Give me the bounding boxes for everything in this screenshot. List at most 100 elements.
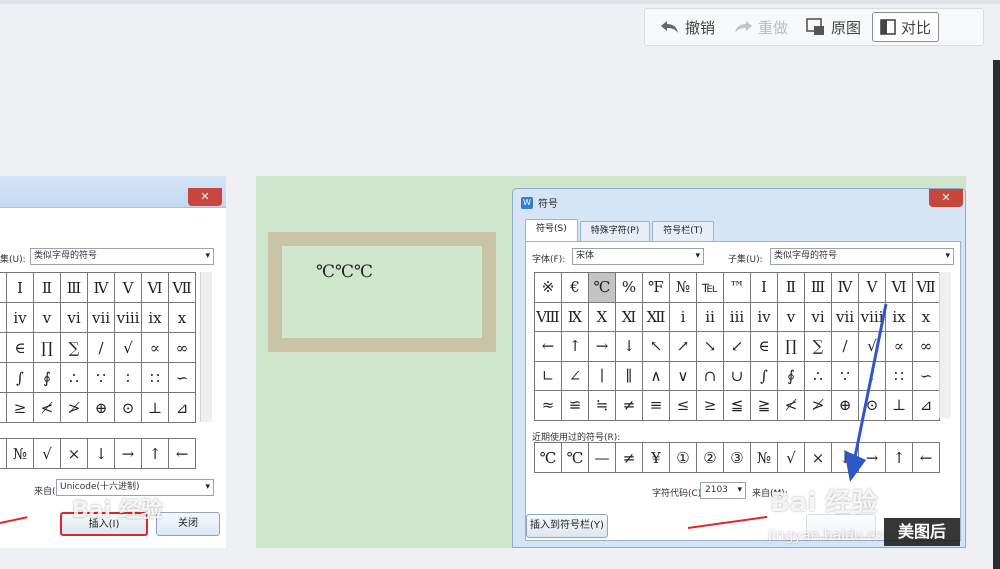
symbol-cell[interactable]: Ⅹ xyxy=(589,302,616,332)
symbol-cell[interactable]: ℡ xyxy=(697,273,724,303)
symbol-cell[interactable]: Ⅱ xyxy=(778,273,805,303)
recent-symbol-cell[interactable]: ③ xyxy=(724,443,751,473)
symbol-cell[interactable]: Ⅺ xyxy=(616,302,643,332)
symbol-cell[interactable]: Ⅶ xyxy=(169,273,196,303)
symbol-cell[interactable]: ⅸ xyxy=(142,303,169,333)
symbol-cell[interactable]: Ⅻ xyxy=(643,302,670,332)
symbol-cell[interactable]: ∨ xyxy=(670,361,697,391)
symbol-cell[interactable]: ∞ xyxy=(169,333,196,363)
symbol-cell[interactable]: ↓ xyxy=(616,332,643,362)
symbol-cell[interactable]: ≯ xyxy=(61,393,88,423)
symbol-cell[interactable]: Ⅵ xyxy=(886,273,913,303)
symbol-cell[interactable]: Ⅰ xyxy=(751,273,778,303)
symbol-cell[interactable]: ≮ xyxy=(778,391,805,421)
recent-symbol-cell[interactable]: № xyxy=(7,439,34,469)
symbol-cell[interactable]: ∴ xyxy=(805,361,832,391)
redo-button[interactable]: 重做 xyxy=(726,12,795,42)
symbol-cell[interactable]: ∈ xyxy=(7,333,34,363)
symbol-cell[interactable]: ∞ xyxy=(913,332,940,362)
symbol-cell[interactable]: ↙ xyxy=(724,332,751,362)
before-subset-combo[interactable]: 类似字母的符号 xyxy=(30,248,214,265)
symbol-cell[interactable]: ⊿ xyxy=(913,391,940,421)
subset-combo[interactable]: 类似字母的符号 xyxy=(770,248,954,265)
symbol-cell[interactable]: ⅰ xyxy=(670,302,697,332)
char-code-input[interactable]: 2103 xyxy=(700,482,746,499)
recent-symbol-cell[interactable]: — xyxy=(589,443,616,473)
symbol-cell[interactable]: ⅲ xyxy=(724,302,751,332)
before-close-button[interactable]: 关闭 xyxy=(156,512,220,536)
symbol-cell[interactable]: ∟ xyxy=(535,361,562,391)
symbol-cell[interactable]: ∝ xyxy=(142,333,169,363)
symbol-cell[interactable]: ⊙ xyxy=(115,393,142,423)
symbol-cell[interactable]: ⊿ xyxy=(169,393,196,423)
symbol-cell[interactable]: ∏ xyxy=(34,333,61,363)
symbol-cell[interactable]: ∫ xyxy=(7,363,34,393)
symbol-cell[interactable]: ← xyxy=(535,332,562,362)
symbol-cell[interactable]: ≌ xyxy=(562,391,589,421)
symbol-cell[interactable]: Ⅲ xyxy=(61,273,88,303)
symbol-cell[interactable]: ↑ xyxy=(562,332,589,362)
symbol-cell[interactable]: Ⅸ xyxy=(562,302,589,332)
recent-symbol-cell[interactable]: ↑ xyxy=(142,439,169,469)
symbol-cell[interactable]: Ⅶ xyxy=(913,273,940,303)
symbol-cell[interactable]: ≡ xyxy=(643,391,670,421)
symbol-cell[interactable]: ≒ xyxy=(589,391,616,421)
symbol-cell[interactable]: Ⅰ xyxy=(7,273,34,303)
symbol-cell[interactable] xyxy=(0,363,7,393)
symbol-cell[interactable]: № xyxy=(670,273,697,303)
symbol-cell[interactable]: ⊥ xyxy=(142,393,169,423)
symbol-cell[interactable]: ≠ xyxy=(616,391,643,421)
symbol-cell[interactable]: ⅵ xyxy=(805,302,832,332)
recent-symbol-cell[interactable]: √ xyxy=(34,439,61,469)
recent-symbol-cell[interactable]: ℃ xyxy=(562,443,589,473)
symbol-cell[interactable]: ∴ xyxy=(61,363,88,393)
symbol-cell[interactable]: ∑ xyxy=(61,333,88,363)
symbol-cell[interactable]: ↖ xyxy=(643,332,670,362)
symbol-cell[interactable]: ≥ xyxy=(7,393,34,423)
recent-symbol-cell[interactable]: ℃ xyxy=(535,443,562,473)
symbol-cell[interactable]: ⅳ xyxy=(751,302,778,332)
symbol-cell[interactable]: ∏ xyxy=(778,332,805,362)
before-grid-scrollbar[interactable] xyxy=(200,272,212,422)
symbol-cell[interactable]: ∵ xyxy=(88,363,115,393)
recent-symbol-cell[interactable]: × xyxy=(61,439,88,469)
recent-symbol-cell[interactable]: ↓ xyxy=(88,439,115,469)
symbol-cell[interactable]: ™ xyxy=(724,273,751,303)
symbol-cell[interactable] xyxy=(0,333,7,363)
original-button[interactable]: 原图 xyxy=(799,12,868,42)
symbol-cell[interactable]: ⅵ xyxy=(61,303,88,333)
symbol-cell[interactable]: ∑ xyxy=(805,332,832,362)
recent-symbol-cell[interactable]: № xyxy=(751,443,778,473)
symbol-cell[interactable]: Ⅷ xyxy=(535,302,562,332)
symbol-cell[interactable]: ∩ xyxy=(697,361,724,391)
recent-symbol-cell[interactable]: √ xyxy=(778,443,805,473)
recent-symbol-cell[interactable]: ¥ xyxy=(643,443,670,473)
recent-symbol-cell[interactable]: ① xyxy=(670,443,697,473)
symbol-cell[interactable]: ∪ xyxy=(724,361,751,391)
symbol-cell[interactable]: Ⅴ xyxy=(115,273,142,303)
recent-symbol-cell[interactable]: → xyxy=(115,439,142,469)
symbol-cell[interactable]: ∫ xyxy=(751,361,778,391)
compare-button[interactable]: 对比 xyxy=(872,12,940,42)
symbol-cell[interactable]: / xyxy=(88,333,115,363)
symbol-cell[interactable]: ⅶ xyxy=(88,303,115,333)
recent-symbol-cell[interactable] xyxy=(0,439,7,469)
insert-to-bar-button[interactable]: 插入到符号栏(Y) xyxy=(526,514,608,538)
tab-symbol-bar[interactable]: 符号栏(T) xyxy=(652,221,714,241)
recent-symbol-cell[interactable]: ← xyxy=(169,439,196,469)
symbol-cell[interactable]: ≤ xyxy=(670,391,697,421)
symbol-cell[interactable]: ≦ xyxy=(724,391,751,421)
symbol-cell[interactable]: ⊕ xyxy=(88,393,115,423)
font-combo[interactable]: 宋体 xyxy=(572,248,704,265)
undo-button[interactable]: 撤销 xyxy=(653,12,722,42)
tab-symbols[interactable]: 符号(S) xyxy=(525,219,578,241)
symbol-cell[interactable]: Ⅳ xyxy=(88,273,115,303)
symbol-cell[interactable]: ∶ xyxy=(115,363,142,393)
grid-scrollbar[interactable] xyxy=(939,272,951,418)
symbol-cell[interactable]: ⅳ xyxy=(7,303,34,333)
symbol-cell[interactable] xyxy=(0,393,7,423)
dialog-close-icon[interactable]: ✕ xyxy=(929,189,963,207)
symbol-cell[interactable]: ∽ xyxy=(169,363,196,393)
symbol-cell[interactable]: Ⅵ xyxy=(142,273,169,303)
symbol-cell[interactable]: ∮ xyxy=(34,363,61,393)
